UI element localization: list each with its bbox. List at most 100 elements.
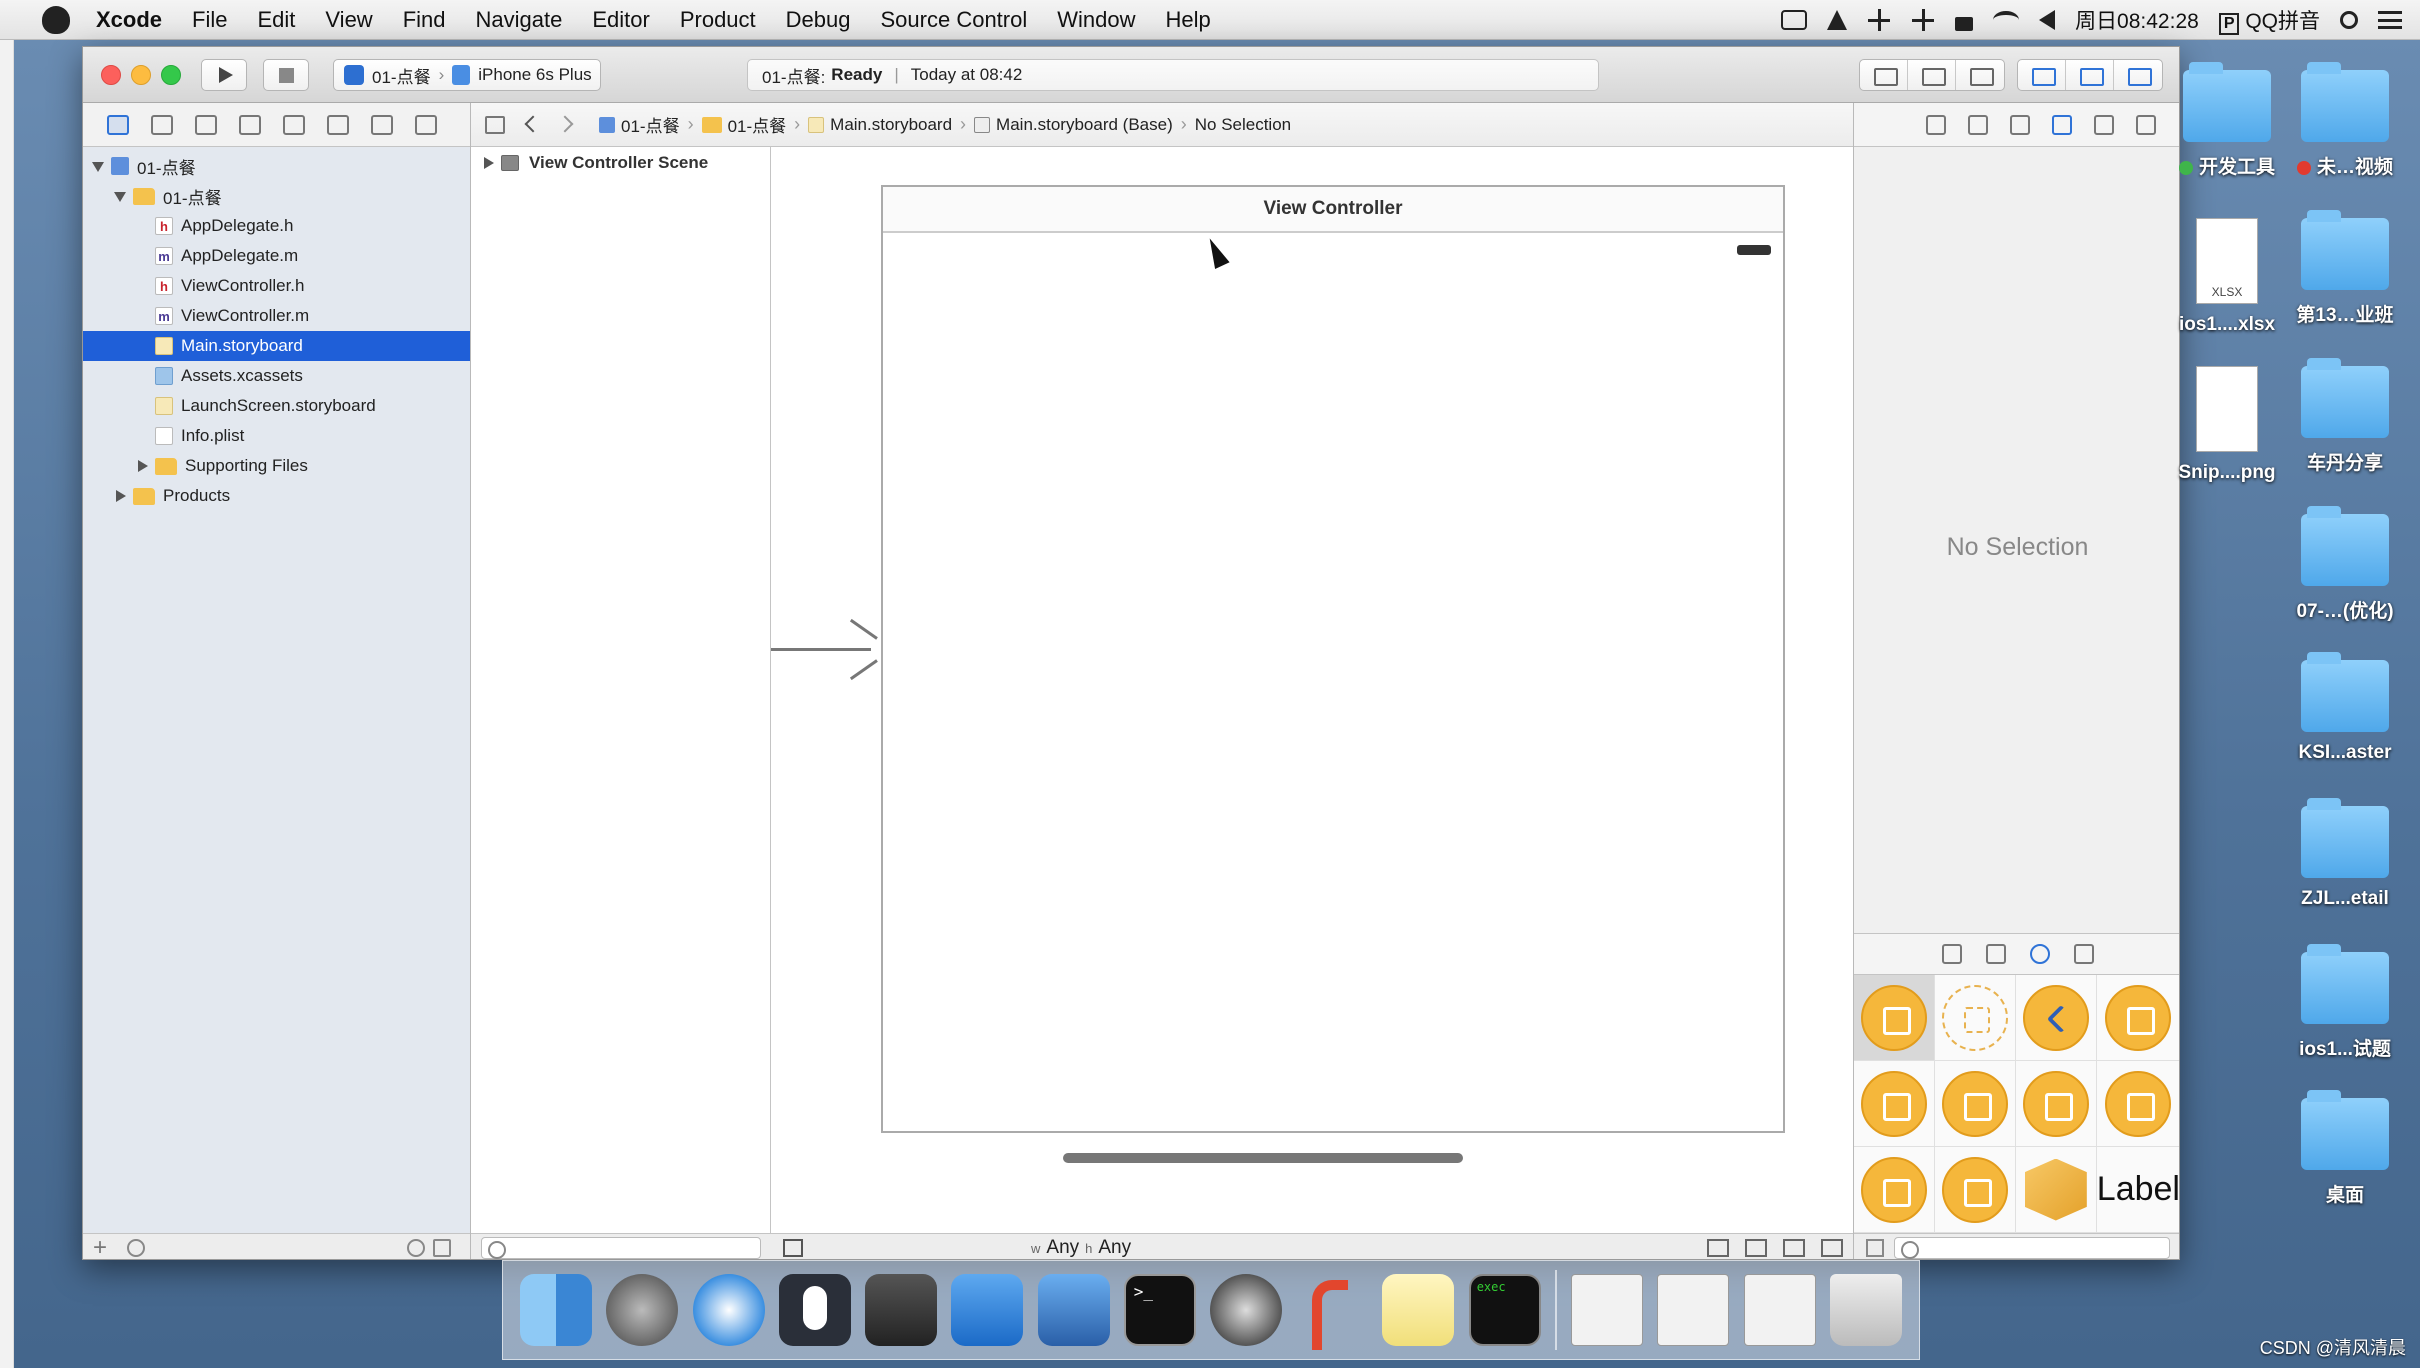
desktop-icon[interactable]: 未…视频 xyxy=(2280,62,2410,179)
disclosure-triangle-icon[interactable] xyxy=(481,156,495,170)
run-button[interactable] xyxy=(201,59,247,91)
location-icon[interactable] xyxy=(1827,10,1848,30)
outline-filter-field[interactable] xyxy=(481,1237,761,1259)
horizontal-scrollbar[interactable] xyxy=(1063,1153,1463,1163)
airplane-icon[interactable] xyxy=(1867,9,1891,31)
assistant-editor-icon[interactable] xyxy=(1908,60,1956,90)
file-template-library-icon[interactable] xyxy=(1941,944,1962,964)
forward-chevron-icon[interactable] xyxy=(557,115,581,135)
menu-app-name[interactable]: Xcode xyxy=(96,7,162,33)
add-file-button[interactable]: + xyxy=(93,1234,107,1259)
minimized-window-2-icon[interactable] xyxy=(1657,1274,1730,1346)
minimize-window-button[interactable] xyxy=(131,65,151,85)
tree-row[interactable]: h ViewController.h xyxy=(83,271,470,301)
report-navigator-tab-icon[interactable] xyxy=(415,114,437,135)
tree-row[interactable]: Supporting Files xyxy=(83,451,470,481)
breadcrumb-item[interactable]: No Selection xyxy=(1195,115,1291,135)
exec-terminal-icon[interactable] xyxy=(1468,1274,1541,1346)
library-item-collection-view-controller[interactable] xyxy=(1854,1061,1935,1147)
find-navigator-tab-icon[interactable] xyxy=(195,114,217,135)
filter-icon[interactable] xyxy=(127,1239,145,1257)
symbol-navigator-tab-icon[interactable] xyxy=(151,114,173,135)
minimized-window-3-icon[interactable] xyxy=(1743,1274,1816,1346)
mouse-app-icon[interactable] xyxy=(778,1274,851,1346)
safari-icon[interactable] xyxy=(692,1274,765,1346)
recent-files-icon[interactable] xyxy=(407,1239,425,1257)
view-controller-title-bar[interactable]: View Controller xyxy=(883,187,1783,233)
close-window-button[interactable] xyxy=(101,65,121,85)
version-editor-icon[interactable] xyxy=(1956,60,2004,90)
desktop-icon[interactable]: 07-…(优化) xyxy=(2280,506,2410,623)
spotlight-search-icon[interactable] xyxy=(2340,11,2358,29)
lock-icon[interactable] xyxy=(1955,17,1974,31)
align-icon[interactable] xyxy=(1745,1239,1767,1257)
library-item-table-view-controller[interactable] xyxy=(2096,975,2179,1061)
network-icon[interactable] xyxy=(1911,9,1935,31)
project-navigator-tab-icon[interactable] xyxy=(107,114,129,135)
library-item-avkit-player-controller[interactable] xyxy=(1934,1147,2016,1233)
library-item-glkit-view-controller[interactable] xyxy=(1854,1147,1935,1233)
menu-view[interactable]: View xyxy=(325,7,372,33)
video-app-icon[interactable] xyxy=(865,1274,938,1346)
tree-row[interactable]: m ViewController.m xyxy=(83,301,470,331)
powerpoint-icon[interactable] xyxy=(1296,1274,1368,1350)
stack-icon[interactable] xyxy=(1707,1239,1729,1257)
tree-row[interactable]: LaunchScreen.storyboard xyxy=(83,391,470,421)
desktop-icon[interactable]: 第13…业班 xyxy=(2280,210,2410,327)
identity-inspector-icon[interactable] xyxy=(2010,114,2030,135)
desktop-icon[interactable]: ZJL...etail xyxy=(2280,798,2410,910)
disclosure-triangle-icon[interactable] xyxy=(113,489,127,503)
tree-row[interactable]: 01-点餐 xyxy=(83,151,470,181)
desktop-icon[interactable]: KSI...aster xyxy=(2280,652,2410,764)
library-item-navigation-controller[interactable] xyxy=(2015,975,2097,1061)
tree-row[interactable]: 01-点餐 xyxy=(83,181,470,211)
tree-row[interactable]: Info.plist xyxy=(83,421,470,451)
menu-edit[interactable]: Edit xyxy=(257,7,295,33)
library-item-split-view-controller[interactable] xyxy=(2015,1061,2097,1147)
library-item-page-view-controller[interactable] xyxy=(2096,1061,2179,1147)
launchpad-icon[interactable] xyxy=(606,1274,679,1346)
desktop-icon[interactable]: 桌面 xyxy=(2280,1090,2410,1207)
tree-row[interactable]: Products xyxy=(83,481,470,511)
xcode-icon[interactable] xyxy=(951,1274,1024,1346)
system-preferences-icon[interactable] xyxy=(1209,1274,1282,1346)
menu-file[interactable]: File xyxy=(192,7,227,33)
menu-window[interactable]: Window xyxy=(1057,7,1135,33)
library-item-view-controller[interactable] xyxy=(1854,975,1935,1061)
code-snippet-library-icon[interactable] xyxy=(1985,944,2006,964)
desktop-icon[interactable]: 车丹分享 xyxy=(2280,358,2410,475)
issue-navigator-tab-icon[interactable] xyxy=(239,114,261,135)
related-items-icon[interactable] xyxy=(485,115,505,134)
object-library-icon[interactable] xyxy=(2029,944,2050,964)
quick-help-icon[interactable] xyxy=(1968,114,1988,135)
zoom-window-button[interactable] xyxy=(161,65,181,85)
library-item-storyboard-reference[interactable] xyxy=(1934,975,2016,1061)
menu-editor[interactable]: Editor xyxy=(592,7,649,33)
media-library-icon[interactable] xyxy=(2073,944,2094,964)
breadcrumb-item[interactable]: 01-点餐 xyxy=(599,112,680,137)
toggle-outline-icon[interactable] xyxy=(783,1239,803,1257)
menu-product[interactable]: Product xyxy=(680,7,756,33)
menu-clock[interactable]: 周日08:42:28 xyxy=(2075,5,2199,35)
tree-row[interactable]: m AppDelegate.m xyxy=(83,241,470,271)
scheme-selector[interactable]: 01-点餐 › iPhone 6s Plus xyxy=(333,59,601,91)
library-filter-field[interactable] xyxy=(1894,1237,2170,1259)
disclosure-triangle-icon[interactable] xyxy=(135,459,149,473)
menu-source-control[interactable]: Source Control xyxy=(881,7,1028,33)
outline-scene-row[interactable]: View Controller Scene xyxy=(471,147,770,179)
terminal-icon[interactable] xyxy=(1123,1274,1196,1346)
desktop-icon[interactable]: Snip....png xyxy=(2162,366,2292,484)
back-chevron-icon[interactable] xyxy=(519,115,543,135)
notes-icon[interactable] xyxy=(1382,1274,1455,1346)
finder-icon[interactable] xyxy=(520,1274,593,1346)
menu-debug[interactable]: Debug xyxy=(786,7,851,33)
breadcrumb-item[interactable]: Main.storyboard (Base) xyxy=(974,115,1173,135)
debug-navigator-tab-icon[interactable] xyxy=(327,114,349,135)
menu-help[interactable]: Help xyxy=(1166,7,1211,33)
attributes-inspector-icon[interactable] xyxy=(2052,114,2072,135)
resolve-autolayout-icon[interactable] xyxy=(1821,1239,1843,1257)
tree-row[interactable]: Main.storyboard xyxy=(83,331,470,361)
desktop-icon[interactable]: 开发工具 xyxy=(2162,62,2292,179)
size-class-control[interactable]: w Any h Any xyxy=(1031,1234,1131,1259)
stop-button[interactable] xyxy=(263,59,309,91)
